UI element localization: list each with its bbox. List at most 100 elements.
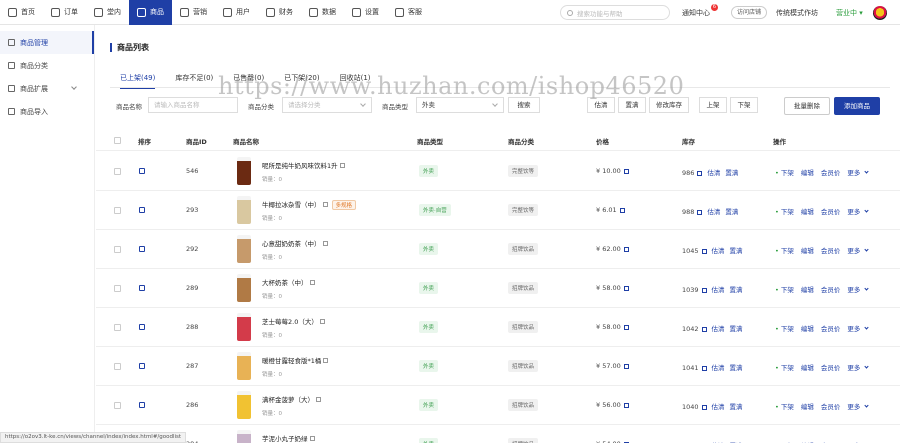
copy-icon[interactable] xyxy=(319,319,325,324)
stock-fill-link[interactable]: 置满 xyxy=(725,169,738,177)
stock-sellout-link[interactable]: 估清 xyxy=(712,286,725,294)
sidebar-item-0[interactable]: 商品管理 xyxy=(0,31,94,54)
sidebar-item-2[interactable]: 商品扩展 xyxy=(0,77,94,100)
offshelf-link[interactable]: • 下架 xyxy=(775,167,794,177)
member-price-link[interactable]: 会员价 xyxy=(821,284,841,294)
sort-edit-icon[interactable] xyxy=(139,363,145,369)
action-sellout[interactable]: 估清 xyxy=(587,97,615,113)
copy-icon[interactable] xyxy=(309,280,315,285)
category-select[interactable]: 请选择分类 xyxy=(282,97,372,113)
row-checkbox[interactable] xyxy=(114,363,121,370)
edit-price-icon[interactable] xyxy=(619,207,625,213)
more-menu[interactable]: 更多 xyxy=(847,362,870,372)
action-fill[interactable]: 置满 xyxy=(618,97,646,113)
stock-sellout-link[interactable]: 估清 xyxy=(712,325,725,333)
nav-item-1[interactable]: 订单 xyxy=(43,0,86,25)
member-price-link[interactable]: 会员价 xyxy=(821,245,841,255)
row-checkbox[interactable] xyxy=(114,285,121,292)
nav-item-8[interactable]: 设置 xyxy=(344,0,387,25)
row-checkbox[interactable] xyxy=(114,246,121,253)
row-checkbox[interactable] xyxy=(114,168,121,175)
sort-edit-icon[interactable] xyxy=(139,168,145,174)
edit-link[interactable]: 编辑 xyxy=(801,323,814,333)
edit-stock-icon[interactable] xyxy=(697,170,703,176)
goods-name[interactable]: 暖橙甘露轻食版*1桶 xyxy=(262,357,321,365)
nav-item-7[interactable]: 数据 xyxy=(301,0,344,25)
stock-sellout-link[interactable]: 估清 xyxy=(712,403,725,411)
offshelf-link[interactable]: • 下架 xyxy=(775,284,794,294)
goods-name[interactable]: 芋泥小丸子奶绿 xyxy=(262,435,308,443)
copy-icon[interactable] xyxy=(339,163,345,168)
more-menu[interactable]: 更多 xyxy=(847,284,870,294)
goods-name[interactable]: 大杯奶茶（中） xyxy=(262,279,308,287)
sidebar-item-1[interactable]: 商品分类 xyxy=(0,54,94,77)
search-input[interactable]: 搜索功能与帮助 xyxy=(560,5,670,20)
name-filter-input[interactable]: 请输入商品名称 xyxy=(148,97,238,113)
nav-item-3[interactable]: 商品 xyxy=(129,0,172,25)
stock-fill-link[interactable]: 置满 xyxy=(730,403,743,411)
stock-fill-link[interactable]: 置满 xyxy=(725,208,738,216)
goods-name[interactable]: 牛椰拉冰杂雪（中） xyxy=(262,201,321,209)
member-price-link[interactable]: 会员价 xyxy=(821,401,841,411)
business-status[interactable]: 营业中 ▾ xyxy=(836,8,863,18)
action-edit-stock[interactable]: 修改库存 xyxy=(649,97,689,113)
sort-edit-icon[interactable] xyxy=(139,402,145,408)
edit-price-icon[interactable] xyxy=(623,363,629,369)
visit-store-button[interactable]: 访问店铺 xyxy=(731,6,768,19)
type-select[interactable]: 外卖 xyxy=(416,97,504,113)
edit-price-icon[interactable] xyxy=(623,324,629,330)
copy-icon[interactable] xyxy=(322,241,328,246)
avatar[interactable] xyxy=(873,6,887,20)
action-onshelf[interactable]: 上架 xyxy=(699,97,727,113)
nav-item-5[interactable]: 用户 xyxy=(215,0,258,25)
row-checkbox[interactable] xyxy=(114,207,121,214)
edit-link[interactable]: 编辑 xyxy=(801,284,814,294)
edit-price-icon[interactable] xyxy=(623,246,629,252)
stock-sellout-link[interactable]: 估清 xyxy=(707,169,720,177)
edit-stock-icon[interactable] xyxy=(701,287,707,293)
nav-item-2[interactable]: 堂内 xyxy=(86,0,129,25)
batch-delete-button[interactable]: 批量删除 xyxy=(784,97,830,115)
edit-price-icon[interactable] xyxy=(623,285,629,291)
edit-link[interactable]: 编辑 xyxy=(801,401,814,411)
stock-fill-link[interactable]: 置满 xyxy=(730,364,743,372)
copy-icon[interactable] xyxy=(309,436,315,441)
member-price-link[interactable]: 会员价 xyxy=(821,323,841,333)
edit-stock-icon[interactable] xyxy=(701,365,707,371)
sort-edit-icon[interactable] xyxy=(139,285,145,291)
member-price-link[interactable]: 会员价 xyxy=(821,362,841,372)
action-offshelf[interactable]: 下架 xyxy=(730,97,758,113)
stock-sellout-link[interactable]: 估清 xyxy=(712,247,725,255)
nav-item-0[interactable]: 首页 xyxy=(0,0,43,25)
nav-item-4[interactable]: 营销 xyxy=(172,0,215,25)
edit-price-icon[interactable] xyxy=(623,168,629,174)
stock-sellout-link[interactable]: 估清 xyxy=(707,208,720,216)
goods-name[interactable]: 心意甜奶奶茶（中） xyxy=(262,240,321,248)
more-menu[interactable]: 更多 xyxy=(847,401,870,411)
member-price-link[interactable]: 会员价 xyxy=(821,206,841,216)
edit-stock-icon[interactable] xyxy=(701,404,707,410)
edit-link[interactable]: 编辑 xyxy=(801,167,814,177)
stock-fill-link[interactable]: 置满 xyxy=(730,247,743,255)
offshelf-link[interactable]: • 下架 xyxy=(775,362,794,372)
copy-icon[interactable] xyxy=(323,358,329,363)
offshelf-link[interactable]: • 下架 xyxy=(775,206,794,216)
more-menu[interactable]: 更多 xyxy=(847,323,870,333)
select-all-checkbox[interactable] xyxy=(114,137,121,144)
sort-edit-icon[interactable] xyxy=(139,207,145,213)
row-checkbox[interactable] xyxy=(114,402,121,409)
edit-link[interactable]: 编辑 xyxy=(801,362,814,372)
nav-item-6[interactable]: 财务 xyxy=(258,0,301,25)
offshelf-link[interactable]: • 下架 xyxy=(775,323,794,333)
row-checkbox[interactable] xyxy=(114,324,121,331)
edit-link[interactable]: 编辑 xyxy=(801,245,814,255)
mode-switch[interactable]: 传统模式作坊 xyxy=(776,8,818,18)
more-menu[interactable]: 更多 xyxy=(847,167,870,177)
copy-icon[interactable] xyxy=(316,397,321,402)
stock-fill-link[interactable]: 置满 xyxy=(730,325,743,333)
edit-price-icon[interactable] xyxy=(623,402,629,408)
sidebar-item-3[interactable]: 商品导入 xyxy=(0,100,94,123)
offshelf-link[interactable]: • 下架 xyxy=(775,245,794,255)
more-menu[interactable]: 更多 xyxy=(847,245,870,255)
offshelf-link[interactable]: • 下架 xyxy=(775,401,794,411)
